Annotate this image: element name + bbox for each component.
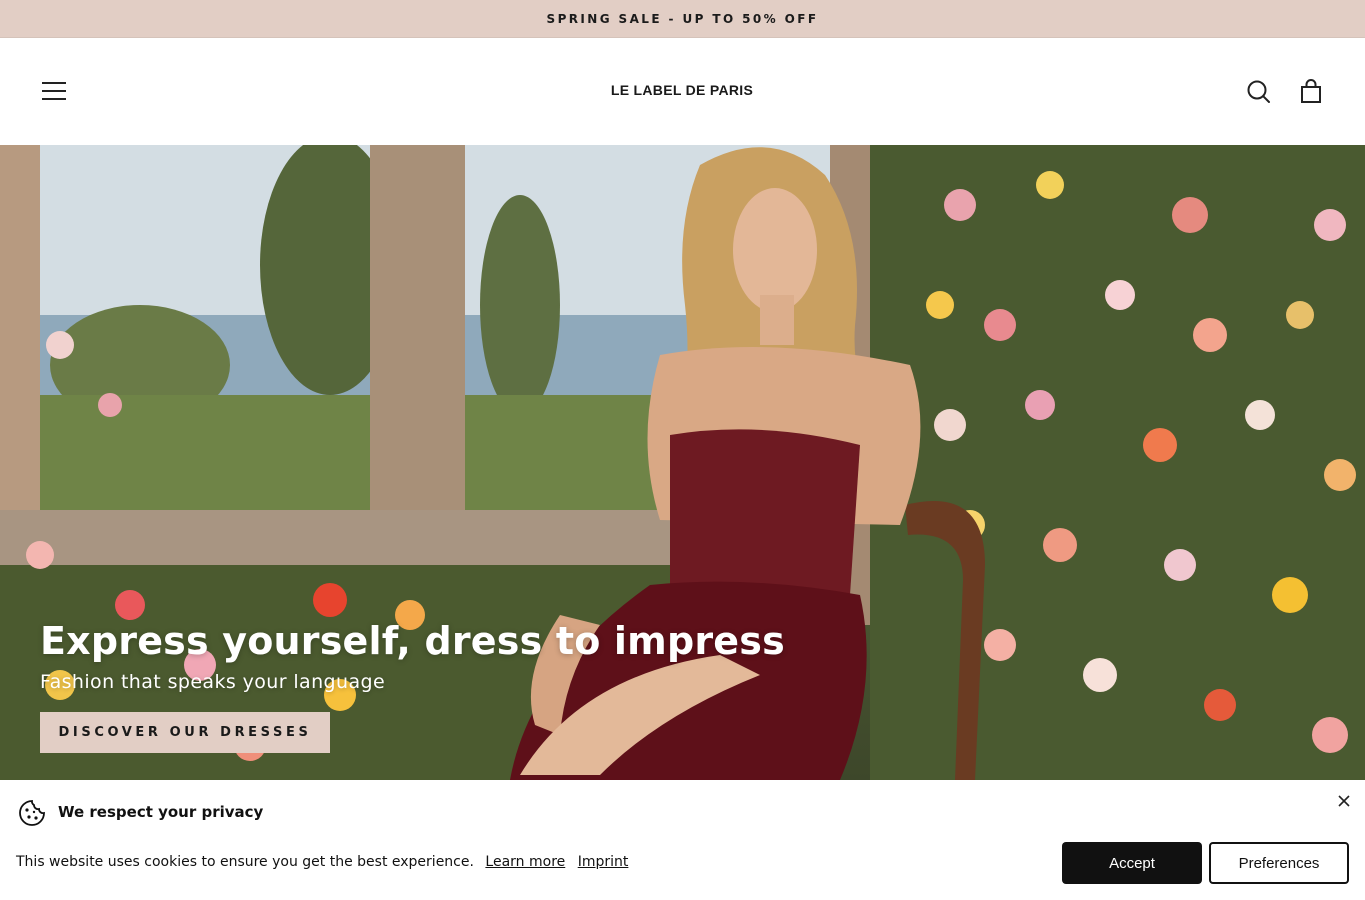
cookie-banner: We respect your privacy This website use… [0, 780, 1365, 900]
hero-title: Express yourself, dress to impress [40, 619, 785, 663]
cookie-preferences-button[interactable]: Preferences [1209, 842, 1349, 884]
shopping-bag-icon[interactable] [1296, 77, 1326, 107]
cookie-icon [17, 798, 47, 828]
cookie-banner-text: This website uses cookies to ensure you … [16, 854, 628, 870]
hamburger-menu-icon[interactable] [40, 79, 68, 103]
cookie-banner-title: We respect your privacy [58, 803, 264, 821]
site-logo[interactable]: LE LABEL DE PARIS [532, 82, 832, 98]
announcement-bar: SPRING SALE - UP TO 50% OFF [0, 0, 1365, 38]
announcement-text: SPRING SALE - UP TO 50% OFF [546, 11, 819, 26]
imprint-link[interactable]: Imprint [578, 854, 629, 870]
hero-subtitle: Fashion that speaks your language [40, 671, 386, 693]
search-icon[interactable] [1244, 77, 1274, 107]
discover-dresses-button[interactable]: DISCOVER OUR DRESSES [40, 712, 330, 753]
hero-banner: Express yourself, dress to impress Fashi… [0, 145, 1365, 780]
site-header: LE LABEL DE PARIS [0, 38, 1365, 145]
accept-cookies-button[interactable]: Accept [1062, 842, 1202, 884]
cookie-message: This website uses cookies to ensure you … [16, 854, 474, 870]
learn-more-link[interactable]: Learn more [485, 854, 565, 870]
close-icon[interactable] [1336, 793, 1352, 809]
